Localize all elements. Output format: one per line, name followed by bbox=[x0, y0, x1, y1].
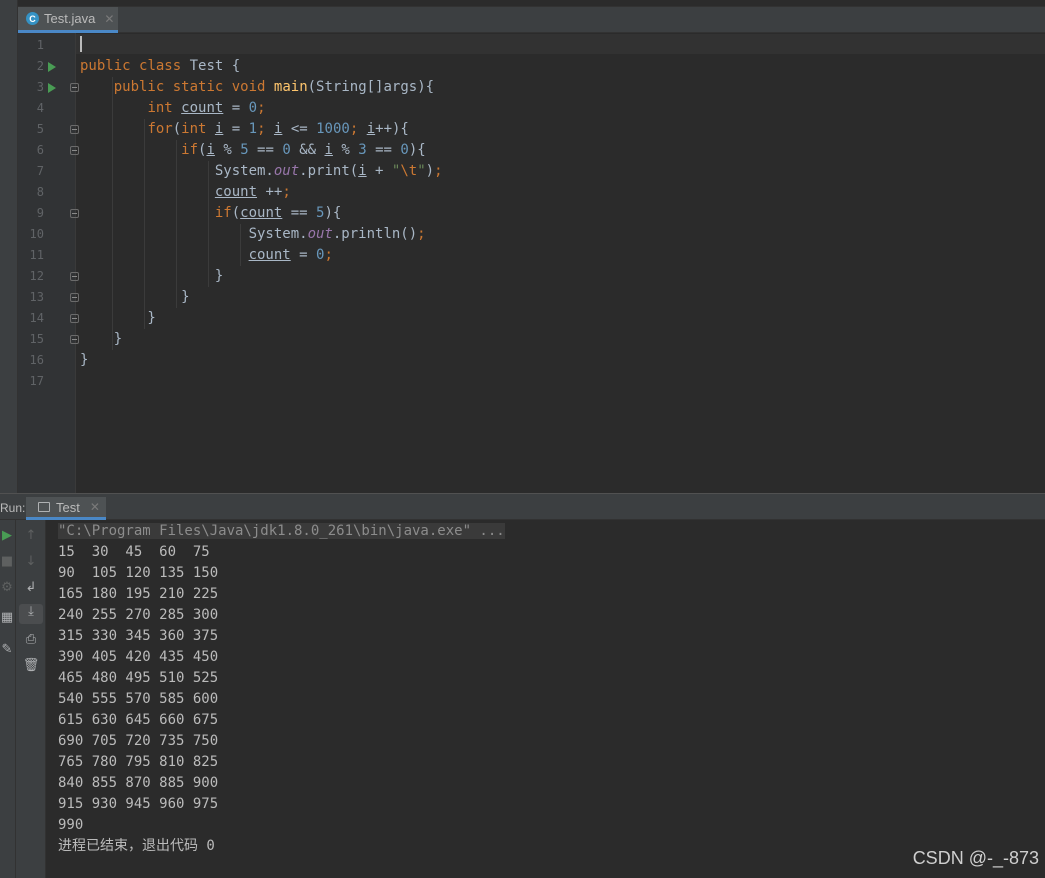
code-line[interactable]: public static void main(String[]args){ bbox=[80, 77, 434, 98]
close-run-tab-icon[interactable]: ✕ bbox=[90, 500, 100, 514]
watermark: CSDN @-_-873 bbox=[912, 848, 1039, 868]
code-editor[interactable]: public class Test { public static void m… bbox=[80, 33, 1045, 493]
line-number: 7 bbox=[36, 164, 44, 178]
code-line[interactable]: } bbox=[80, 329, 122, 350]
console-line: 765 780 795 810 825 bbox=[58, 754, 219, 770]
code-line[interactable]: } bbox=[80, 350, 88, 371]
print-icon[interactable]: ⎙ bbox=[19, 632, 43, 647]
line-number: 3 bbox=[36, 80, 44, 94]
console-line: 465 480 495 510 525 bbox=[58, 670, 219, 686]
fold-marker-icon[interactable] bbox=[70, 335, 79, 344]
code-line[interactable]: count = 0; bbox=[80, 245, 333, 266]
line-number: 4 bbox=[36, 101, 44, 115]
trash-icon[interactable]: 🗑 bbox=[19, 658, 43, 673]
indent-guide bbox=[144, 119, 145, 329]
line-number: 10 bbox=[29, 227, 44, 241]
line-number: 13 bbox=[29, 290, 44, 304]
code-line[interactable]: if(count == 5){ bbox=[80, 203, 341, 224]
fold-marker-icon[interactable] bbox=[70, 314, 79, 323]
code-line[interactable]: System.out.print(i + "\t"); bbox=[80, 161, 443, 182]
indent-guide bbox=[176, 140, 177, 308]
console-actions-strip: ↑ ↓ ↲ ⤓ ⎙ 🗑 bbox=[16, 520, 46, 878]
line-number: 16 bbox=[29, 353, 44, 367]
fold-marker-icon[interactable] bbox=[70, 146, 79, 155]
run-tab-label: Test bbox=[56, 499, 80, 515]
console-line: 615 630 645 660 675 bbox=[58, 712, 219, 728]
console-icon bbox=[38, 502, 50, 512]
text-caret bbox=[80, 36, 82, 52]
console-line: 915 930 945 960 975 bbox=[58, 796, 219, 812]
line-number: 1 bbox=[36, 38, 44, 52]
line-number: 15 bbox=[29, 332, 44, 346]
fold-marker-icon[interactable] bbox=[70, 209, 79, 218]
editor-gutter: 1 2 3 4 5 6 7 8 9 10 11 12 13 14 15 16 17 bbox=[18, 33, 79, 493]
indent-guide bbox=[112, 77, 113, 350]
line-number: 6 bbox=[36, 143, 44, 157]
line-number: 8 bbox=[36, 185, 44, 199]
code-line[interactable]: if(i % 5 == 0 && i % 3 == 0){ bbox=[80, 140, 426, 161]
fold-marker-icon[interactable] bbox=[70, 272, 79, 281]
line-number: 14 bbox=[29, 311, 44, 325]
run-gutter-icon[interactable] bbox=[48, 83, 56, 93]
fold-marker-icon[interactable] bbox=[70, 125, 79, 134]
line-number: 2 bbox=[36, 59, 44, 73]
code-line[interactable]: } bbox=[80, 287, 189, 308]
console-line: 15 30 45 60 75 bbox=[58, 544, 210, 560]
run-actions-strip: ▶ ■ ⚙ ▦ ✎ bbox=[0, 520, 16, 878]
indent-guide bbox=[208, 161, 209, 287]
run-tab-test[interactable]: Test ✕ bbox=[26, 497, 106, 520]
console-line: 540 555 570 585 600 bbox=[58, 691, 219, 707]
console-line: 990 bbox=[58, 817, 84, 833]
code-line[interactable]: System.out.println(); bbox=[80, 224, 426, 245]
console-line: 165 180 195 210 225 bbox=[58, 586, 219, 602]
console-line: 进程已结束，退出代码 0 bbox=[58, 838, 215, 854]
line-number: 5 bbox=[36, 122, 44, 136]
line-number: 9 bbox=[36, 206, 44, 220]
tab-test-java[interactable]: C Test.java ✕ bbox=[18, 7, 118, 33]
console-line: 390 405 420 435 450 bbox=[58, 649, 219, 665]
line-number: 11 bbox=[29, 248, 44, 262]
code-line[interactable]: } bbox=[80, 266, 223, 287]
console-output[interactable]: "C:\Program Files\Java\jdk1.8.0_261\bin\… bbox=[46, 520, 1045, 878]
console-line: 690 705 720 735 750 bbox=[58, 733, 219, 749]
console-line: 840 855 870 885 900 bbox=[58, 775, 219, 791]
line-number: 17 bbox=[29, 374, 44, 388]
arrow-up-icon[interactable]: ↑ bbox=[19, 528, 43, 543]
fold-marker-icon[interactable] bbox=[70, 83, 79, 92]
code-line[interactable]: for(int i = 1; i <= 1000; i++){ bbox=[80, 119, 408, 140]
arrow-down-icon[interactable]: ↓ bbox=[19, 554, 43, 569]
line-number: 12 bbox=[29, 269, 44, 283]
console-line: "C:\Program Files\Java\jdk1.8.0_261\bin\… bbox=[58, 521, 505, 542]
code-line[interactable]: public class Test { bbox=[80, 56, 240, 77]
console-line: 315 330 345 360 375 bbox=[58, 628, 219, 644]
soft-wrap-icon[interactable]: ↲ bbox=[19, 580, 43, 595]
run-tool-window-header: Run: Test ✕ bbox=[0, 497, 1045, 520]
console-line: 90 105 120 135 150 bbox=[58, 565, 219, 581]
fold-marker-icon[interactable] bbox=[70, 293, 79, 302]
editor-tab-bar: C Test.java ✕ bbox=[18, 6, 1045, 33]
java-class-icon: C bbox=[26, 12, 39, 25]
scroll-to-end-icon[interactable]: ⤓ bbox=[19, 604, 43, 624]
close-tab-icon[interactable]: ✕ bbox=[104, 12, 114, 26]
run-gutter-icon[interactable] bbox=[48, 62, 56, 72]
indent-guide bbox=[240, 224, 241, 266]
console-command-line: "C:\Program Files\Java\jdk1.8.0_261\bin\… bbox=[58, 523, 505, 539]
tab-label: Test.java bbox=[44, 11, 96, 26]
code-line[interactable]: int count = 0; bbox=[80, 98, 265, 119]
console-line: 240 255 270 285 300 bbox=[58, 607, 219, 623]
run-label: Run: bbox=[0, 501, 26, 515]
